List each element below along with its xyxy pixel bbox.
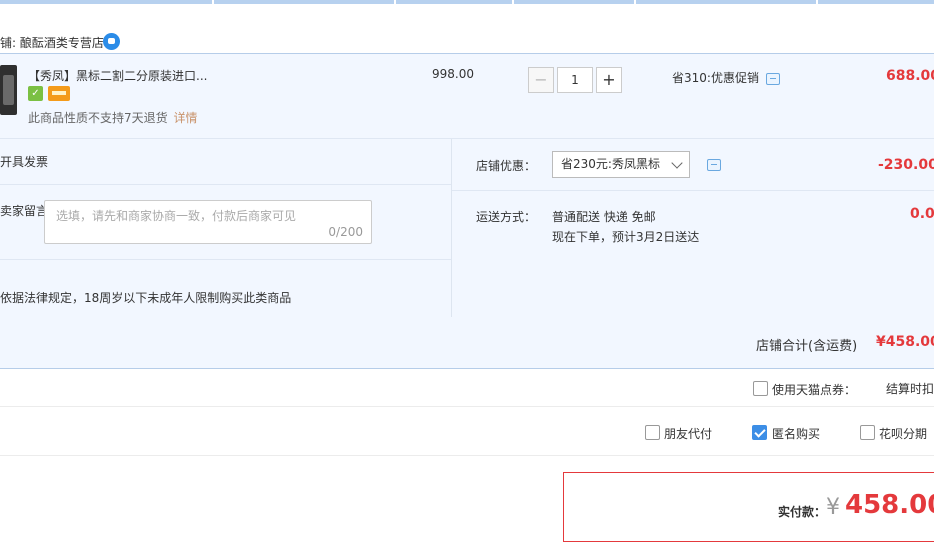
- store-header: 铺: 酿酝酒类专营店: [0, 34, 104, 51]
- anonymous-checkbox[interactable]: [752, 425, 767, 440]
- message-divider: [0, 259, 451, 260]
- quantity-decrease-button[interactable]: −: [528, 67, 554, 93]
- invoice-divider: [0, 184, 451, 185]
- detail-link[interactable]: 详情: [173, 111, 197, 125]
- payment-label: 实付款：: [778, 505, 827, 519]
- quantity-input[interactable]: 1: [557, 67, 593, 93]
- shipping-method: 普通配送 快递 免邮: [552, 210, 656, 224]
- huabei-label[interactable]: 花呗分期: [879, 425, 927, 442]
- return-notice: 此商品性质不支持7天退货 详情: [28, 111, 198, 125]
- top-header-bar: [0, 0, 934, 4]
- points-divider: [0, 406, 934, 407]
- shop-discount-label: 店铺优惠：: [476, 159, 537, 173]
- chevron-down-icon: [671, 157, 683, 169]
- options-divider: [0, 455, 934, 456]
- store-name-link[interactable]: 酿酝酒类专营店: [20, 36, 104, 50]
- discount-info-icon[interactable]: [707, 159, 721, 171]
- age-restriction-notice: 依据法律规定，18周岁以下未成年人限制购买此类商品: [0, 291, 292, 305]
- store-wangwang-icon[interactable]: [103, 33, 120, 50]
- points-label: 使用天猫点券：: [772, 383, 857, 397]
- discount-divider: [452, 190, 934, 191]
- promo-text: 省310:优惠促销: [672, 71, 759, 85]
- card-badge-icon: [48, 86, 70, 101]
- shipping-fee: 0.00: [910, 206, 934, 222]
- payment-amount: 458.00: [845, 490, 934, 520]
- store-total-label: 店铺合计(含运费): [756, 339, 858, 354]
- detail-vertical-divider: [451, 139, 452, 317]
- payment-currency: ¥: [826, 495, 840, 520]
- quantity-increase-button[interactable]: +: [596, 67, 622, 93]
- item-title-link[interactable]: 【秀凤】黑标二割二分原装进口...: [28, 67, 218, 84]
- anonymous-label[interactable]: 匿名购买: [772, 425, 820, 442]
- item-subtotal: 688.00: [886, 68, 934, 84]
- points-note: 结算时扣: [886, 382, 934, 396]
- shipping-eta: 现在下单，预计3月2日送达: [552, 230, 700, 244]
- message-textarea[interactable]: 选填，请先和商家协商一致，付款后商家可见 0/200: [44, 200, 372, 244]
- message-counter: 0/200: [328, 225, 363, 239]
- store-total-amount: ¥458.00: [876, 334, 934, 350]
- shop-discount-select[interactable]: 省230元:秀凤黑标: [552, 151, 690, 178]
- store-name-prefix: 铺:: [0, 36, 17, 50]
- invoice-label[interactable]: 开具发票: [0, 153, 48, 170]
- service-badge-icon: ✓: [28, 86, 43, 101]
- shop-discount-selected: 省230元:秀凤黑标: [561, 157, 660, 171]
- item-thumbnail[interactable]: [0, 65, 17, 115]
- message-placeholder: 选填，请先和商家协商一致，付款后商家可见: [56, 209, 297, 223]
- promo-info-icon[interactable]: [766, 73, 780, 85]
- shipping-label: 运送方式：: [476, 210, 537, 224]
- huabei-checkbox[interactable]: [860, 425, 875, 440]
- shop-discount-amount: -230.00: [878, 157, 934, 173]
- points-checkbox[interactable]: [753, 381, 768, 396]
- unit-price: 998.00: [432, 67, 474, 81]
- friend-pay-label[interactable]: 朋友代付: [664, 425, 712, 442]
- friend-pay-checkbox[interactable]: [645, 425, 660, 440]
